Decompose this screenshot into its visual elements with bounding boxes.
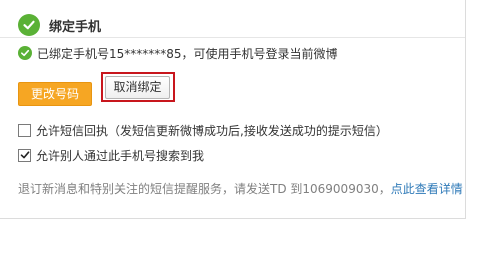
section-title: 绑定手机 — [49, 19, 102, 35]
option-label: 允许别人通过此手机号搜索到我 — [36, 148, 205, 163]
check-circle-icon — [18, 14, 40, 36]
details-link[interactable]: 点此查看详情 — [391, 182, 463, 196]
sms-receipt-checkbox[interactable] — [18, 123, 31, 137]
option-label: 允许短信回执（发短信更新微博成功后,接收发送成功的提示短信） — [36, 123, 388, 138]
unsubscribe-info: 退订新消息和特别关注的短信提醒服务，请发送TD 到1069009030，点此查看… — [18, 180, 463, 196]
check-circle-icon — [18, 46, 32, 60]
checkmark-icon — [20, 151, 29, 159]
allow-search-checkbox[interactable] — [18, 148, 31, 162]
unsubscribe-text: 退订新消息和特别关注的短信提醒服务，请发送TD 到1069009030， — [18, 182, 391, 196]
option-allow-search[interactable]: 允许别人通过此手机号搜索到我 — [18, 147, 204, 163]
unbind-button[interactable]: 取消绑定 — [105, 76, 170, 99]
option-sms-receipt[interactable]: 允许短信回执（发短信更新微博成功后,接收发送成功的提示短信） — [18, 122, 388, 138]
divider — [0, 37, 465, 38]
bind-phone-panel: 绑定手机 已绑定手机号15*******85，可使用手机号登录当前微博 更改号码… — [0, 0, 466, 219]
bind-status-text: 已绑定手机号15*******85，可使用手机号登录当前微博 — [37, 46, 338, 61]
bind-status: 已绑定手机号15*******85，可使用手机号登录当前微博 — [18, 44, 338, 62]
section-header: 绑定手机 — [18, 12, 101, 38]
change-number-button[interactable]: 更改号码 — [18, 82, 92, 106]
